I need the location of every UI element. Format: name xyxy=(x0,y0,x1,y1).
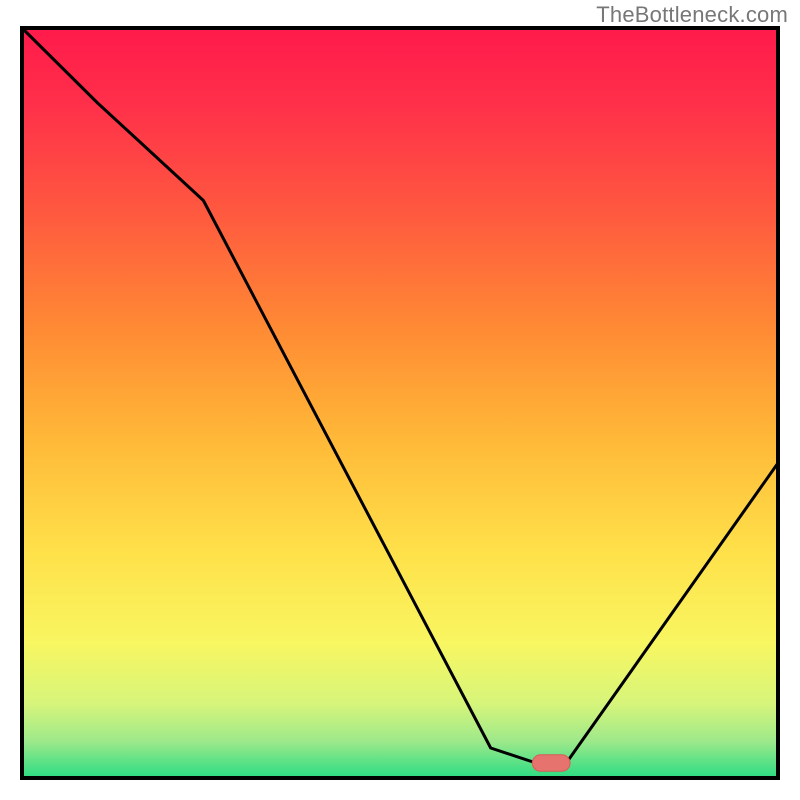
optimal-marker xyxy=(532,755,570,772)
chart-container: TheBottleneck.com xyxy=(0,0,800,800)
bottleneck-chart xyxy=(0,0,800,800)
watermark-text: TheBottleneck.com xyxy=(596,2,788,28)
plot-background xyxy=(22,28,778,778)
